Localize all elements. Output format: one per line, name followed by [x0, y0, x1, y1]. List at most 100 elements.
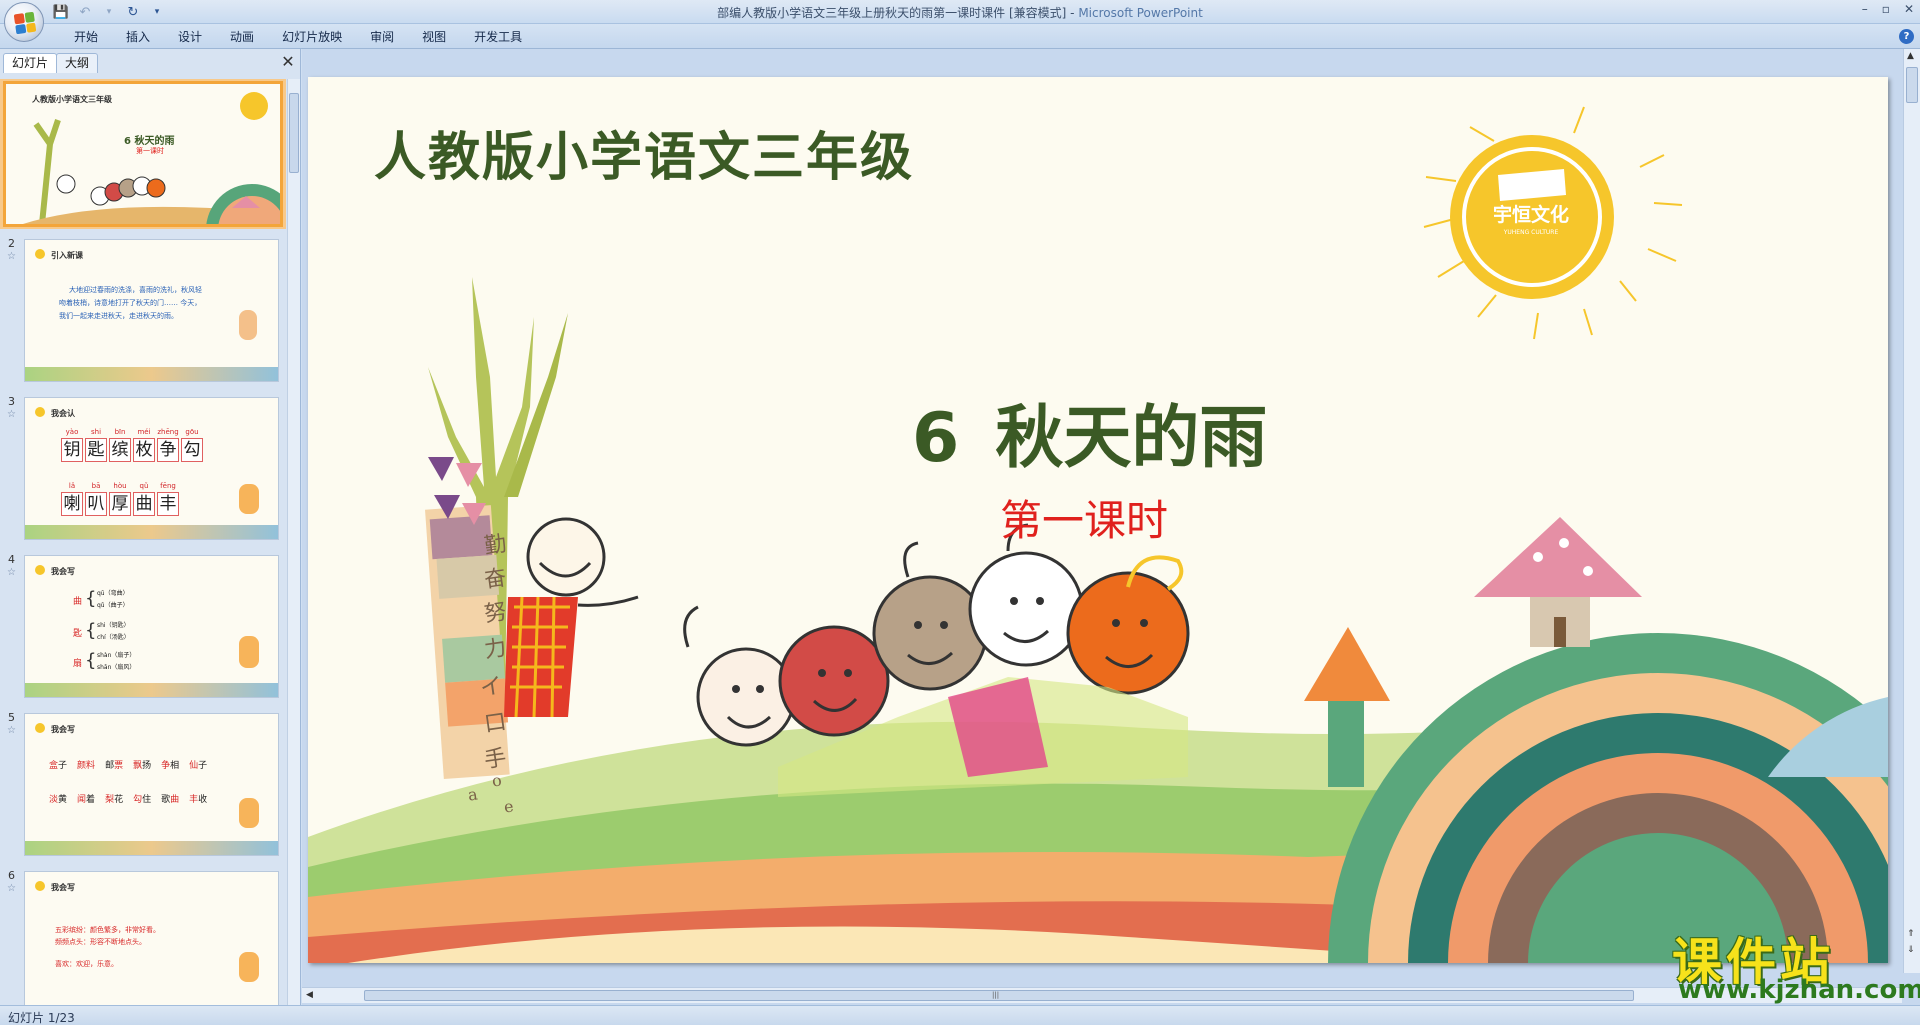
word-row: 淡黄 闻着 梨花 勾住 歌曲 丰收	[49, 795, 208, 805]
thumbnail-header: 我会写	[51, 883, 75, 892]
thumbnail-hill	[25, 367, 278, 381]
slide-horizontal-scrollbar[interactable]: ◀ |||	[302, 987, 1902, 1003]
sun-icon	[35, 249, 45, 259]
lesson-subtitle[interactable]: 第一课时	[1000, 487, 1168, 548]
thumbnail-preview: 我会写 盒子 颜料 邮票 飘扬 争相 仙子 淡黄 闻着 梨花 勾住 歌曲 丰收	[24, 713, 279, 856]
tab-animations[interactable]: 动画	[216, 29, 268, 45]
tab-design[interactable]: 设计	[164, 29, 216, 45]
trunk-word: 奋	[482, 565, 508, 594]
slide-vertical-scrollbar[interactable]: ▲ ⇑ ⇓	[1903, 49, 1920, 973]
character-row: 喇叭 厚曲 丰	[61, 492, 179, 516]
ribbon-tabs: 开始 插入 设计 动画 幻灯片放映 审阅 视图 开发工具	[60, 29, 536, 45]
thumbnail-header: 引入新课	[51, 251, 83, 260]
logo-subtext: YUHENG CULTURE	[1503, 229, 1559, 236]
lesson-title[interactable]: 6 秋天的雨	[912, 382, 1267, 481]
title-bar: 💾 ↶ ▾ ↻ ▾ 部编人教版小学语文三年级上册秋天的雨第一课时课件 [兼容模式…	[0, 0, 1920, 24]
slide-thumbnail-4[interactable]: 4 ☆ 我会写 曲 { qū（弯曲） qǔ（曲子） 匙 { shi（钥匙） ch…	[0, 551, 286, 701]
window-title: 部编人教版小学语文三年级上册秋天的雨第一课时课件 [兼容模式] - Micros…	[717, 6, 1203, 20]
thumbnail-hill	[25, 841, 278, 855]
pane-tabs: 幻灯片 大纲 ✕	[0, 53, 300, 73]
scroll-left-icon[interactable]: ◀	[306, 990, 313, 1000]
trunk-word: 勤	[482, 531, 508, 560]
sun-icon	[35, 407, 45, 417]
tab-insert[interactable]: 插入	[112, 29, 164, 45]
thumbnail-header: 我会写	[51, 567, 75, 576]
character-figure	[239, 636, 259, 668]
slide-thumbnail-3[interactable]: 3 ☆ 我会认 yào shi bīn méi zhēng gōu 钥匙 缤枚 争勾 …	[0, 393, 286, 543]
slide-thumbnail-6[interactable]: 6 ☆ 我会写 五彩缤纷：颜色繁多，非常好看。 频频点头：形容不断地点头。 喜欢…	[0, 867, 286, 1005]
trunk-word: 努	[482, 599, 508, 628]
thumbnail-line: 大地迎过春雨的洗涤，喜雨的洗礼，秋风轻	[69, 286, 202, 294]
thumbnail-preview: 人教版小学语文三年级 6 秋天的雨 第一课时	[3, 81, 283, 227]
sun-icon	[35, 881, 45, 891]
slide-header-title[interactable]: 人教版小学语文三年级	[374, 115, 914, 190]
character-figure	[239, 484, 259, 514]
thumbnail-hill	[25, 525, 278, 539]
character-figure	[239, 310, 257, 340]
slide-counter: 幻灯片 1/23	[8, 1011, 75, 1025]
tab-slides[interactable]: 幻灯片	[3, 53, 58, 73]
minimize-button[interactable]: –	[1862, 2, 1868, 16]
scroll-up-icon[interactable]: ▲	[1907, 51, 1914, 61]
sun-icon	[35, 723, 45, 733]
office-button[interactable]	[4, 2, 44, 42]
word-row: 盒子 颜料 邮票 飘扬 争相 仙子	[49, 761, 208, 771]
animation-icon: ☆	[7, 883, 16, 894]
thumbnail-number: 5	[8, 711, 15, 724]
close-button[interactable]: ✕	[1904, 2, 1914, 16]
character-figure	[239, 952, 259, 982]
window-controls: – ▫ ✕	[1862, 2, 1914, 16]
pinyin-row: lǎ bā hòu qǔ fēng	[68, 482, 176, 490]
pane-close-icon[interactable]: ✕	[280, 53, 296, 71]
thumbnail-preview: 我会认 yào shi bīn méi zhēng gōu 钥匙 缤枚 争勾 lǎ bā…	[24, 397, 279, 540]
slide-canvas[interactable]: 人教版小学语文三年级 宇恒文化 YUHENG CULTURE 6 秋天的雨 第一课…	[308, 77, 1888, 963]
animation-icon: ☆	[7, 725, 16, 736]
logo-text: 宇恒文化	[1492, 204, 1569, 226]
thumbnail-number: 6	[8, 869, 15, 882]
trunk-word: イ	[478, 673, 504, 702]
slide-thumbnail-2[interactable]: 2 ☆ 引入新课 大地迎过春雨的洗涤，喜雨的洗礼，秋风轻 吻着枝梢，诗意地打开了…	[0, 235, 286, 385]
slide-thumbnail-1[interactable]: 1 ☆ 人教版小学语文三年级 6 秋天的雨 第一课时	[0, 79, 286, 229]
animation-icon: ☆	[7, 567, 16, 578]
thumbnail-line: 频频点头：形容不断地点头。	[55, 938, 146, 946]
previous-slide-icon[interactable]: ⇑	[1907, 929, 1915, 939]
animation-icon: ☆	[7, 251, 16, 262]
ribbon-tab-bar: 开始 插入 设计 动画 幻灯片放映 审阅 视图 开发工具 ?	[0, 24, 1920, 49]
tab-review[interactable]: 审阅	[356, 29, 408, 45]
trunk-word: 力	[482, 635, 508, 664]
trunk-word: a	[466, 784, 479, 805]
help-icon[interactable]: ?	[1899, 29, 1914, 44]
status-bar: 幻灯片 1/23	[0, 1005, 1920, 1025]
character-row: 钥匙 缤枚 争勾	[61, 438, 203, 462]
thumbnail-preview: 我会写 五彩缤纷：颜色繁多，非常好看。 频频点头：形容不断地点头。 喜欢：欢迎，…	[24, 871, 279, 1005]
thumbnail-hill	[25, 683, 278, 697]
restore-button[interactable]: ▫	[1882, 2, 1890, 16]
sun-icon	[35, 565, 45, 575]
slide-editor: 人教版小学语文三年级 宇恒文化 YUHENG CULTURE 6 秋天的雨 第一课…	[302, 49, 1920, 1005]
thumbnail-header: 我会认	[51, 409, 75, 418]
tab-developer[interactable]: 开发工具	[460, 29, 536, 45]
thumbnail-list: 1 ☆ 人教版小学语文三年级 6 秋天的雨 第一课时	[0, 79, 286, 1005]
scrollbar-thumb[interactable]	[1906, 67, 1918, 103]
animation-icon: ☆	[7, 409, 16, 420]
thumbnail-preview: 引入新课 大地迎过春雨的洗涤，喜雨的洗礼，秋风轻 吻着枝梢，诗意地打开了秋天的门…	[24, 239, 279, 382]
thumbnail-artwork	[23, 92, 280, 224]
tab-view[interactable]: 视图	[408, 29, 460, 45]
slide-thumbnail-5[interactable]: 5 ☆ 我会写 盒子 颜料 邮票 飘扬 争相 仙子 淡黄 闻着 梨花 勾住 歌曲…	[0, 709, 286, 859]
tab-home[interactable]: 开始	[60, 29, 112, 45]
thumbnail-header: 我会写	[51, 725, 75, 734]
character-figure	[239, 798, 259, 828]
thumbnail-line: 吻着枝梢，诗意地打开了秋天的门…… 今天，	[59, 299, 202, 307]
next-slide-icon[interactable]: ⇓	[1907, 945, 1915, 955]
trunk-word: 手	[482, 745, 508, 774]
lesson-name: 秋天的雨	[995, 399, 1268, 478]
office-logo-icon	[13, 11, 37, 35]
thumbnail-preview: 我会写 曲 { qū（弯曲） qǔ（曲子） 匙 { shi（钥匙） chí（汤匙…	[24, 555, 279, 698]
watermark-url: www.kjzhan.com	[1678, 975, 1920, 1005]
tab-outline[interactable]: 大纲	[56, 53, 99, 73]
tab-slideshow[interactable]: 幻灯片放映	[268, 29, 356, 45]
grip-icon: |||	[992, 991, 1000, 999]
thumbnail-scrollbar[interactable]	[287, 79, 300, 1005]
thumbnail-number: 3	[8, 395, 15, 408]
scrollbar-thumb[interactable]	[289, 93, 299, 173]
